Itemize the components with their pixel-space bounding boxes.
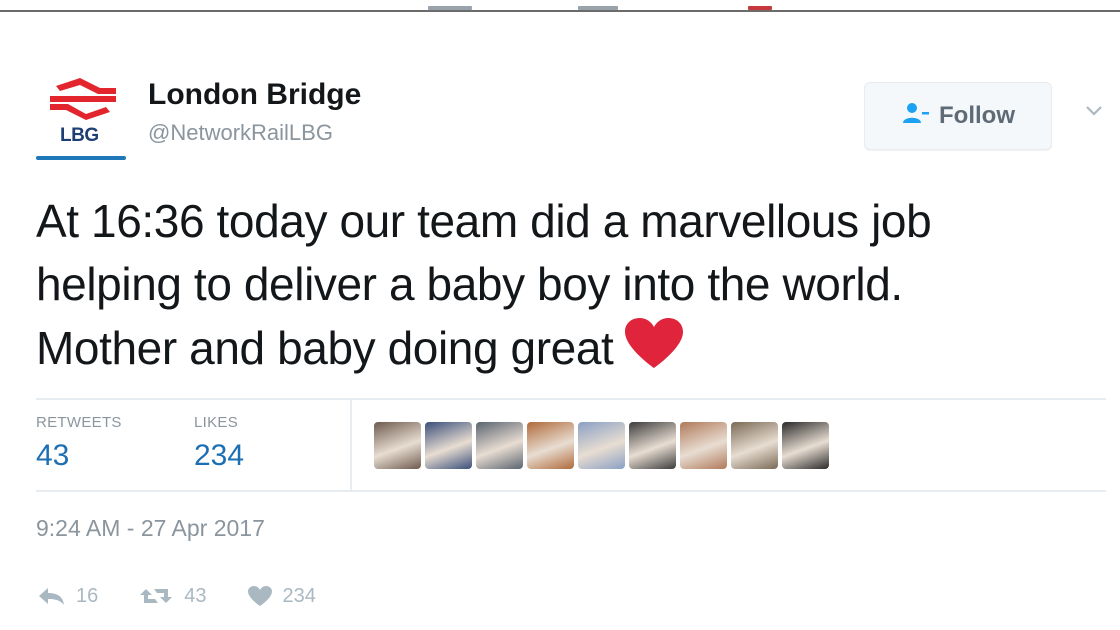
retweet-action[interactable]: 43 (138, 584, 207, 608)
reply-count: 16 (76, 584, 99, 607)
cropped-mark (428, 6, 472, 10)
retweet-icon (140, 589, 173, 603)
likes-label: LIKES (194, 414, 239, 431)
divider (36, 490, 1106, 492)
like-action[interactable]: 234 (247, 585, 316, 608)
liker-avatar[interactable] (527, 422, 574, 469)
tweet-header: LBG London Bridge @NetworkRailLBG Follow (36, 74, 1106, 174)
liker-avatars (374, 422, 829, 469)
tweet-line: helping to deliver a baby boy into the w… (36, 258, 903, 310)
liker-avatar[interactable] (476, 422, 523, 469)
tweet-line: At 16:36 today our team did a marvellous… (36, 195, 932, 247)
cropped-mark (748, 6, 772, 10)
stats-separator (350, 400, 352, 490)
likes-count[interactable]: 234 (194, 439, 244, 473)
display-name[interactable]: London Bridge (148, 78, 361, 112)
follow-button[interactable]: Follow (864, 82, 1052, 150)
avatar[interactable]: LBG (36, 74, 130, 164)
stats-row: RETWEETS 43 LIKES 234 (36, 400, 1106, 490)
red-heart-icon (623, 316, 685, 386)
like-count: 234 (282, 584, 316, 607)
liker-avatar[interactable] (578, 422, 625, 469)
liker-avatar[interactable] (629, 422, 676, 469)
liker-avatar[interactable] (782, 422, 829, 469)
liker-avatar[interactable] (731, 422, 778, 469)
liker-avatar[interactable] (680, 422, 727, 469)
follow-user-icon (901, 101, 931, 132)
account-names[interactable]: London Bridge @NetworkRailLBG (148, 78, 361, 146)
heart-icon (247, 586, 272, 606)
tweet-actions: 16 43 234 (36, 576, 356, 616)
reply-action[interactable]: 16 (36, 585, 98, 608)
liker-avatar[interactable] (425, 422, 472, 469)
cropped-mark (578, 6, 618, 10)
top-border (0, 0, 1120, 12)
top-divider (0, 10, 1120, 12)
account-handle[interactable]: @NetworkRailLBG (148, 120, 361, 146)
retweets-stat[interactable]: RETWEETS 43 (36, 414, 122, 473)
retweet-count: 43 (184, 584, 207, 607)
retweets-label: RETWEETS (36, 414, 122, 431)
tweet-text: At 16:36 today our team did a marvellous… (36, 190, 1106, 386)
reply-icon (39, 588, 64, 605)
follow-label: Follow (939, 102, 1015, 129)
tweet-line-last: Mother and baby doing great (36, 316, 1106, 386)
tweet-line: Mother and baby doing great (36, 322, 614, 374)
national-rail-logo-icon (50, 78, 116, 120)
liker-avatar[interactable] (374, 422, 421, 469)
likes-stat[interactable]: LIKES 234 (194, 414, 244, 473)
logo-text: LBG (60, 125, 99, 146)
logo-underline (36, 156, 126, 160)
tweet-timestamp[interactable]: 9:24 AM - 27 Apr 2017 (36, 515, 265, 542)
chevron-down-icon[interactable] (1084, 104, 1104, 123)
retweets-count[interactable]: 43 (36, 439, 122, 473)
